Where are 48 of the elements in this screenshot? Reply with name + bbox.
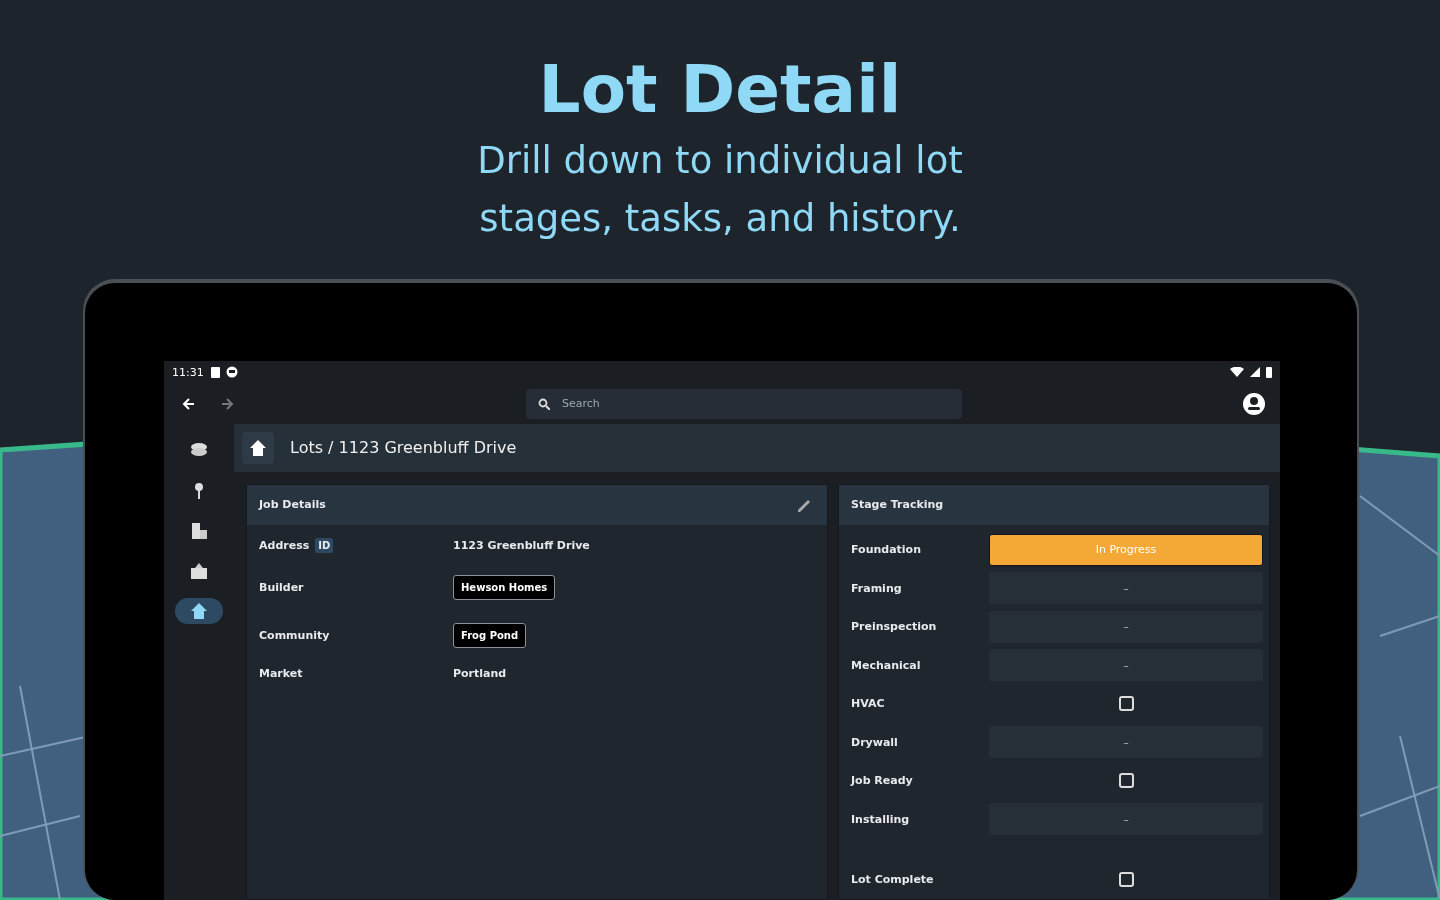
stage-name: Preinspection bbox=[851, 620, 938, 634]
field-value: Portland bbox=[453, 667, 507, 680]
id-badge: ID bbox=[315, 538, 334, 553]
stage-name: Job Ready bbox=[851, 774, 914, 788]
stage-name: HVAC bbox=[851, 697, 886, 711]
checkbox[interactable] bbox=[1118, 872, 1134, 888]
sim-card-icon bbox=[209, 366, 220, 378]
stage-name: Lot Complete bbox=[851, 873, 935, 887]
status-time: 11:31 bbox=[172, 365, 204, 379]
field-value: 1123 Greenbluff Drive bbox=[453, 539, 590, 552]
card-title: Stage Tracking bbox=[851, 498, 944, 511]
notification-icon bbox=[225, 366, 238, 379]
back-arrow-icon[interactable] bbox=[182, 396, 196, 411]
home-button[interactable] bbox=[242, 431, 274, 464]
stage-name: Foundation bbox=[851, 543, 922, 557]
home-icon bbox=[190, 601, 208, 620]
nav-rail-item[interactable] bbox=[175, 597, 223, 624]
field-label: Community bbox=[259, 629, 330, 642]
battery-icon bbox=[1266, 366, 1272, 378]
cell-signal-icon bbox=[1250, 367, 1260, 378]
wifi-icon bbox=[1230, 367, 1244, 378]
stage-name: Drywall bbox=[851, 735, 899, 749]
stage-status-button[interactable]: – bbox=[989, 610, 1263, 643]
field-label: Address bbox=[259, 539, 310, 552]
breadcrumb: Lots / 1123 Greenbluff Drive bbox=[290, 438, 517, 457]
account-icon[interactable] bbox=[1242, 391, 1266, 416]
stage-name: Mechanical bbox=[851, 658, 922, 672]
forward-arrow-icon[interactable] bbox=[220, 396, 234, 411]
stage-status-button[interactable]: – bbox=[989, 572, 1263, 605]
building-icon bbox=[190, 521, 208, 540]
store-icon bbox=[190, 561, 208, 580]
field-label: Market bbox=[259, 667, 303, 680]
checkbox[interactable] bbox=[1118, 696, 1134, 712]
stage-name: Framing bbox=[851, 581, 903, 595]
page-title: Lot Detail bbox=[538, 50, 902, 130]
stage-status-button[interactable]: – bbox=[989, 649, 1263, 682]
stage-status-button[interactable]: – bbox=[989, 726, 1263, 759]
search-field[interactable]: Search bbox=[526, 388, 962, 419]
value-chip[interactable]: Frog Pond bbox=[453, 623, 527, 648]
search-icon bbox=[538, 397, 550, 410]
value-chip[interactable]: Hewson Homes bbox=[453, 575, 556, 600]
card-title: Job Details bbox=[259, 498, 326, 511]
stage-name: Installing bbox=[851, 812, 911, 826]
checkbox[interactable] bbox=[1118, 773, 1134, 789]
home-icon bbox=[249, 438, 267, 457]
field-label: Builder bbox=[259, 581, 304, 594]
stage-status-button[interactable]: – bbox=[989, 803, 1263, 836]
page-subtitle: Drill down to individual lot stages, tasks, and history. bbox=[476, 138, 964, 242]
